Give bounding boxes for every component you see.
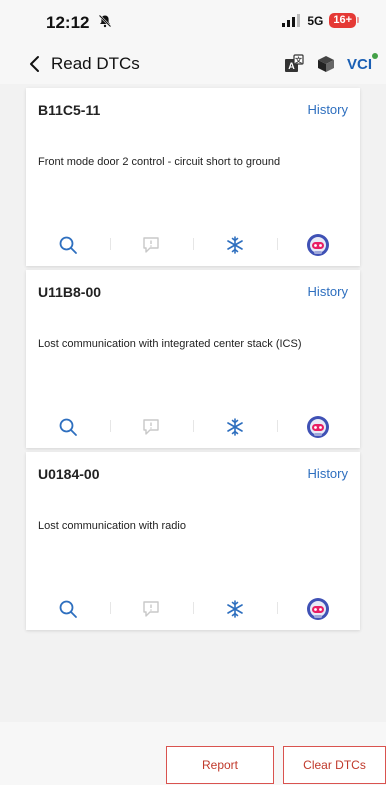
vci-label: VCI <box>346 55 372 73</box>
page-title: Read DTCs <box>51 54 140 73</box>
dtc-description: Lost communication with radio <box>38 520 186 532</box>
dtc-code: U0184-00 <box>38 466 100 482</box>
freeze-frame-button[interactable] <box>193 588 277 630</box>
nav-actions: A 文 VCI <box>283 52 378 75</box>
vci-connected-dot <box>372 52 378 59</box>
back-chevron-icon[interactable] <box>27 55 41 73</box>
snowflake-icon <box>226 236 243 254</box>
svg-text:文: 文 <box>295 56 303 65</box>
battery-indicator: 16+ <box>329 13 359 28</box>
comment-button[interactable] <box>109 406 194 448</box>
ai-assistant-button[interactable] <box>276 588 361 630</box>
dtc-card: U11B8-00 History Lost communication with… <box>26 270 360 448</box>
history-link[interactable]: History <box>308 466 348 481</box>
status-time: 12:12 <box>46 13 90 32</box>
snowflake-icon <box>226 600 243 618</box>
search-button[interactable] <box>26 406 110 448</box>
vci-status[interactable]: VCI <box>346 52 378 73</box>
history-link[interactable]: History <box>308 102 348 117</box>
network-label: 5G <box>307 13 324 28</box>
status-bar: 12:12 5G 16+ <box>0 0 386 44</box>
translate-icon[interactable]: A 文 <box>283 53 305 75</box>
snowflake-icon <box>226 418 243 436</box>
search-button[interactable] <box>26 588 110 630</box>
history-link[interactable]: History <box>308 284 348 299</box>
freeze-frame-button[interactable] <box>193 406 277 448</box>
signal-icon <box>282 13 301 27</box>
nav-bar: Read DTCs A 文 VCI <box>0 44 386 84</box>
bell-off-icon <box>98 14 112 28</box>
package-icon[interactable] <box>315 53 337 75</box>
ai-assistant-button[interactable] <box>276 406 361 448</box>
search-button[interactable] <box>26 224 110 266</box>
dtc-code: B11C5-11 <box>38 102 101 118</box>
dtc-action-row <box>26 406 360 448</box>
comment-button[interactable] <box>109 588 194 630</box>
search-icon <box>59 418 77 436</box>
bottom-action-bar: Report Clear DTCs <box>0 722 386 785</box>
dtc-code: U11B8-00 <box>38 284 102 300</box>
search-icon <box>59 600 77 618</box>
clear-dtcs-button[interactable]: Clear DTCs <box>283 746 386 784</box>
ai-assistant-button[interactable] <box>276 224 361 266</box>
comment-alert-icon <box>143 601 159 617</box>
dtc-action-row <box>26 224 360 266</box>
search-icon <box>59 236 77 254</box>
status-indicators: 5G 16+ <box>281 13 359 28</box>
comment-alert-icon <box>143 237 159 253</box>
report-button[interactable]: Report <box>166 746 274 784</box>
comment-button[interactable] <box>109 224 194 266</box>
dtc-card: B11C5-11 History Front mode door 2 contr… <box>26 88 360 266</box>
freeze-frame-button[interactable] <box>193 224 277 266</box>
dtc-list: B11C5-11 History Front mode door 2 contr… <box>26 88 360 634</box>
dtc-card: U0184-00 History Lost communication with… <box>26 452 360 630</box>
dtc-description: Front mode door 2 control - circuit shor… <box>38 156 281 168</box>
comment-alert-icon <box>143 419 159 435</box>
robot-avatar-icon <box>307 598 330 620</box>
robot-avatar-icon <box>307 234 330 256</box>
robot-avatar-icon <box>307 416 330 438</box>
dtc-description: Lost communication with integrated cente… <box>38 338 302 350</box>
dtc-action-row <box>26 588 360 630</box>
